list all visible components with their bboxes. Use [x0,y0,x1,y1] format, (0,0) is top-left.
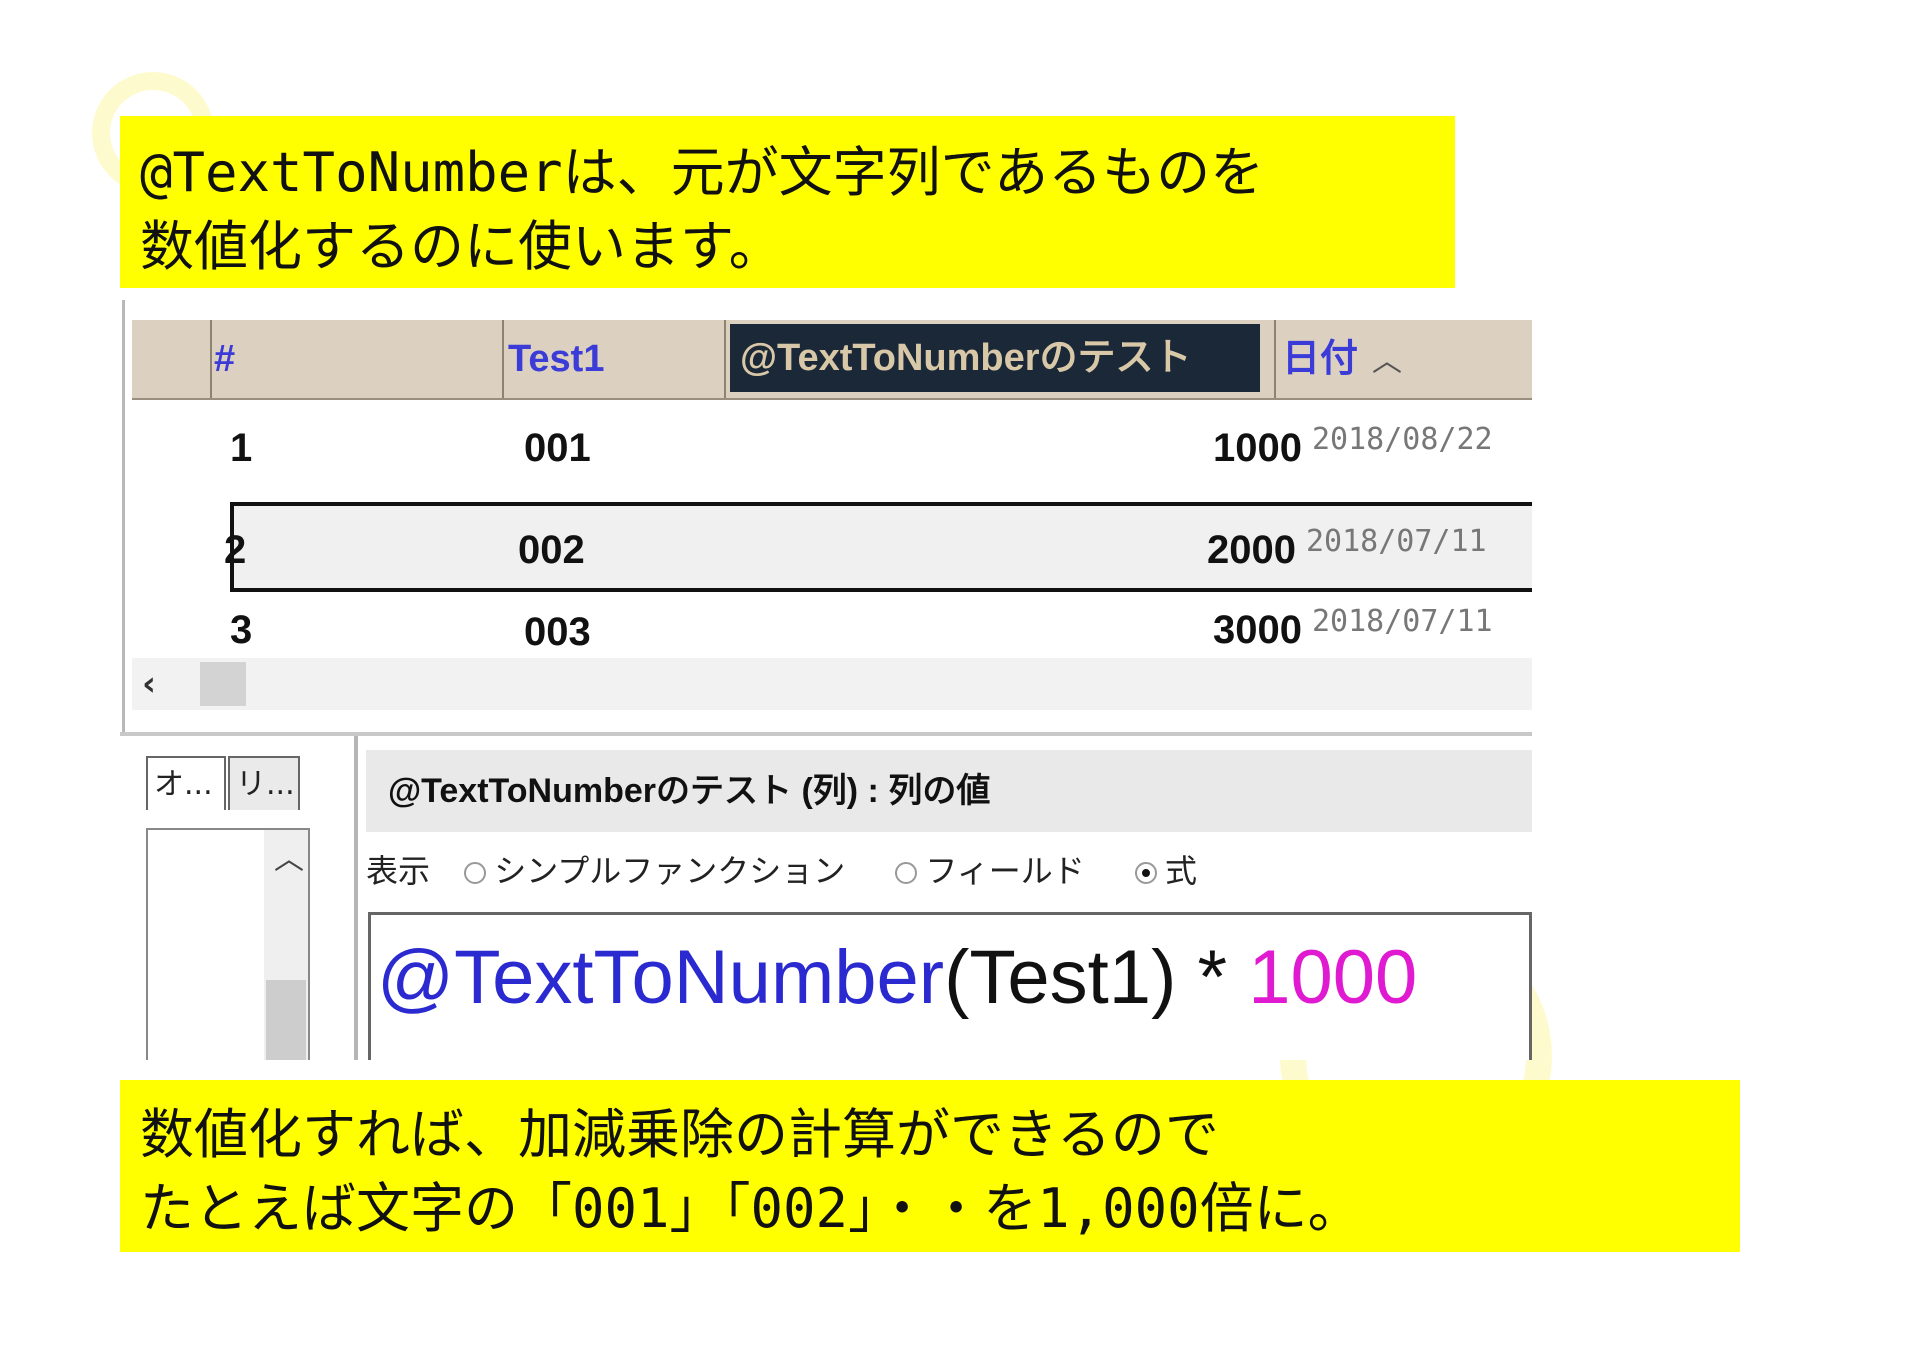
option-simple-function[interactable]: シンプルファンクション [464,852,845,890]
column-header-date-label: 日付 [1282,338,1359,380]
cell-value: 2000 [1207,528,1296,572]
horizontal-scrollbar[interactable]: ‹ [132,658,1532,710]
cell-value: 1000 [1213,426,1302,470]
column-header-hash[interactable]: # [214,328,235,390]
radio-simple-function[interactable] [464,862,487,884]
column-separator [210,320,212,398]
option-label: フィールド [925,852,1085,890]
formula-args: (Test1) [944,935,1177,1020]
callout-text: @TextToNumberは、元が文字列であるものを [140,141,1265,204]
column-separator [1274,320,1276,398]
object-list[interactable]: ︿ [146,828,310,1060]
callout-text: たとえば文字の「001」「002」・・を1,000倍に。 [140,1177,1362,1240]
cell-hash: 2 [224,528,247,572]
cell-test1: 001 [524,426,591,470]
column-separator [502,320,504,398]
table-row[interactable]: 1 001 1000 2018/08/22 [132,404,1532,494]
table-row[interactable]: 3 003 3000 2018/07/11 [132,598,1532,658]
cell-test1: 003 [524,610,591,654]
callout-bottom: 数値化すれば、加減乗除の計算ができるので たとえば文字の「001」「002」・・… [120,1080,1740,1252]
formula-pane: @TextToNumberのテスト (列) : 列の値 表示 シンプルファンクシ… [358,736,1532,1060]
grid-header: # Test1 @TextToNumberのテスト 日付 ︿ [132,320,1532,400]
formula-number: 1000 [1248,935,1418,1020]
scrollbar-thumb[interactable] [266,980,306,1060]
cell-date: 2018/07/11 [1306,524,1487,559]
radio-formula-selected[interactable] [1134,862,1157,884]
formula-function: @TextToNumber [377,935,945,1020]
formula-operator: * [1176,935,1249,1020]
cell-test1: 002 [518,528,585,572]
callout-text: 数値化するのに使います。 [140,215,783,278]
chevron-left-icon[interactable]: ‹ [142,664,156,704]
panel-title: @TextToNumberのテスト (列) : 列の値 [366,750,1532,832]
option-field[interactable]: フィールド [895,852,1085,890]
column-header-date[interactable]: 日付 ︿ [1282,328,1402,390]
tab-o[interactable]: オ... [146,756,226,810]
formula-text: @TextToNumber(Test1) * 1000 [377,933,1417,1023]
callout-top: @TextToNumberは、元が文字列であるものを 数値化するのに使います。 [120,116,1455,288]
display-mode-row: 表示 シンプルファンクション フィールド 式 [366,846,1237,896]
vertical-scrollbar[interactable]: ︿ [264,830,308,1060]
column-header-test1[interactable]: Test1 [508,328,604,390]
chevron-up-icon[interactable]: ︿ [274,834,304,878]
option-label: シンプルファンクション [494,852,846,890]
formula-editor[interactable]: @TextToNumber(Test1) * 1000 [368,912,1532,1060]
option-formula[interactable]: 式 [1134,852,1197,890]
scrollbar-thumb[interactable] [200,662,246,706]
cell-date: 2018/08/22 [1312,422,1493,457]
column-separator [724,320,726,398]
cell-date: 2018/07/11 [1312,604,1493,639]
radio-field[interactable] [895,862,918,884]
table-row-selected[interactable]: 2 002 2000 2018/07/11 [224,502,1532,592]
option-label: 式 [1164,852,1197,890]
column-header-ttn[interactable]: @TextToNumberのテスト [730,324,1260,392]
cell-value: 3000 [1213,608,1302,652]
left-pane: オ... リ... ︿ [120,736,358,1060]
chevron-up-icon: ︿ [1372,345,1403,378]
cell-hash: 3 [230,608,253,652]
cell-hash: 1 [230,426,253,470]
display-label: 表示 [366,852,431,890]
tab-ri[interactable]: リ... [228,756,300,810]
app-screenshot: # Test1 @TextToNumberのテスト 日付 ︿ 1 001 1000… [120,300,1532,1060]
callout-text: 数値化すれば、加減乗除の計算ができるので [140,1103,1219,1166]
